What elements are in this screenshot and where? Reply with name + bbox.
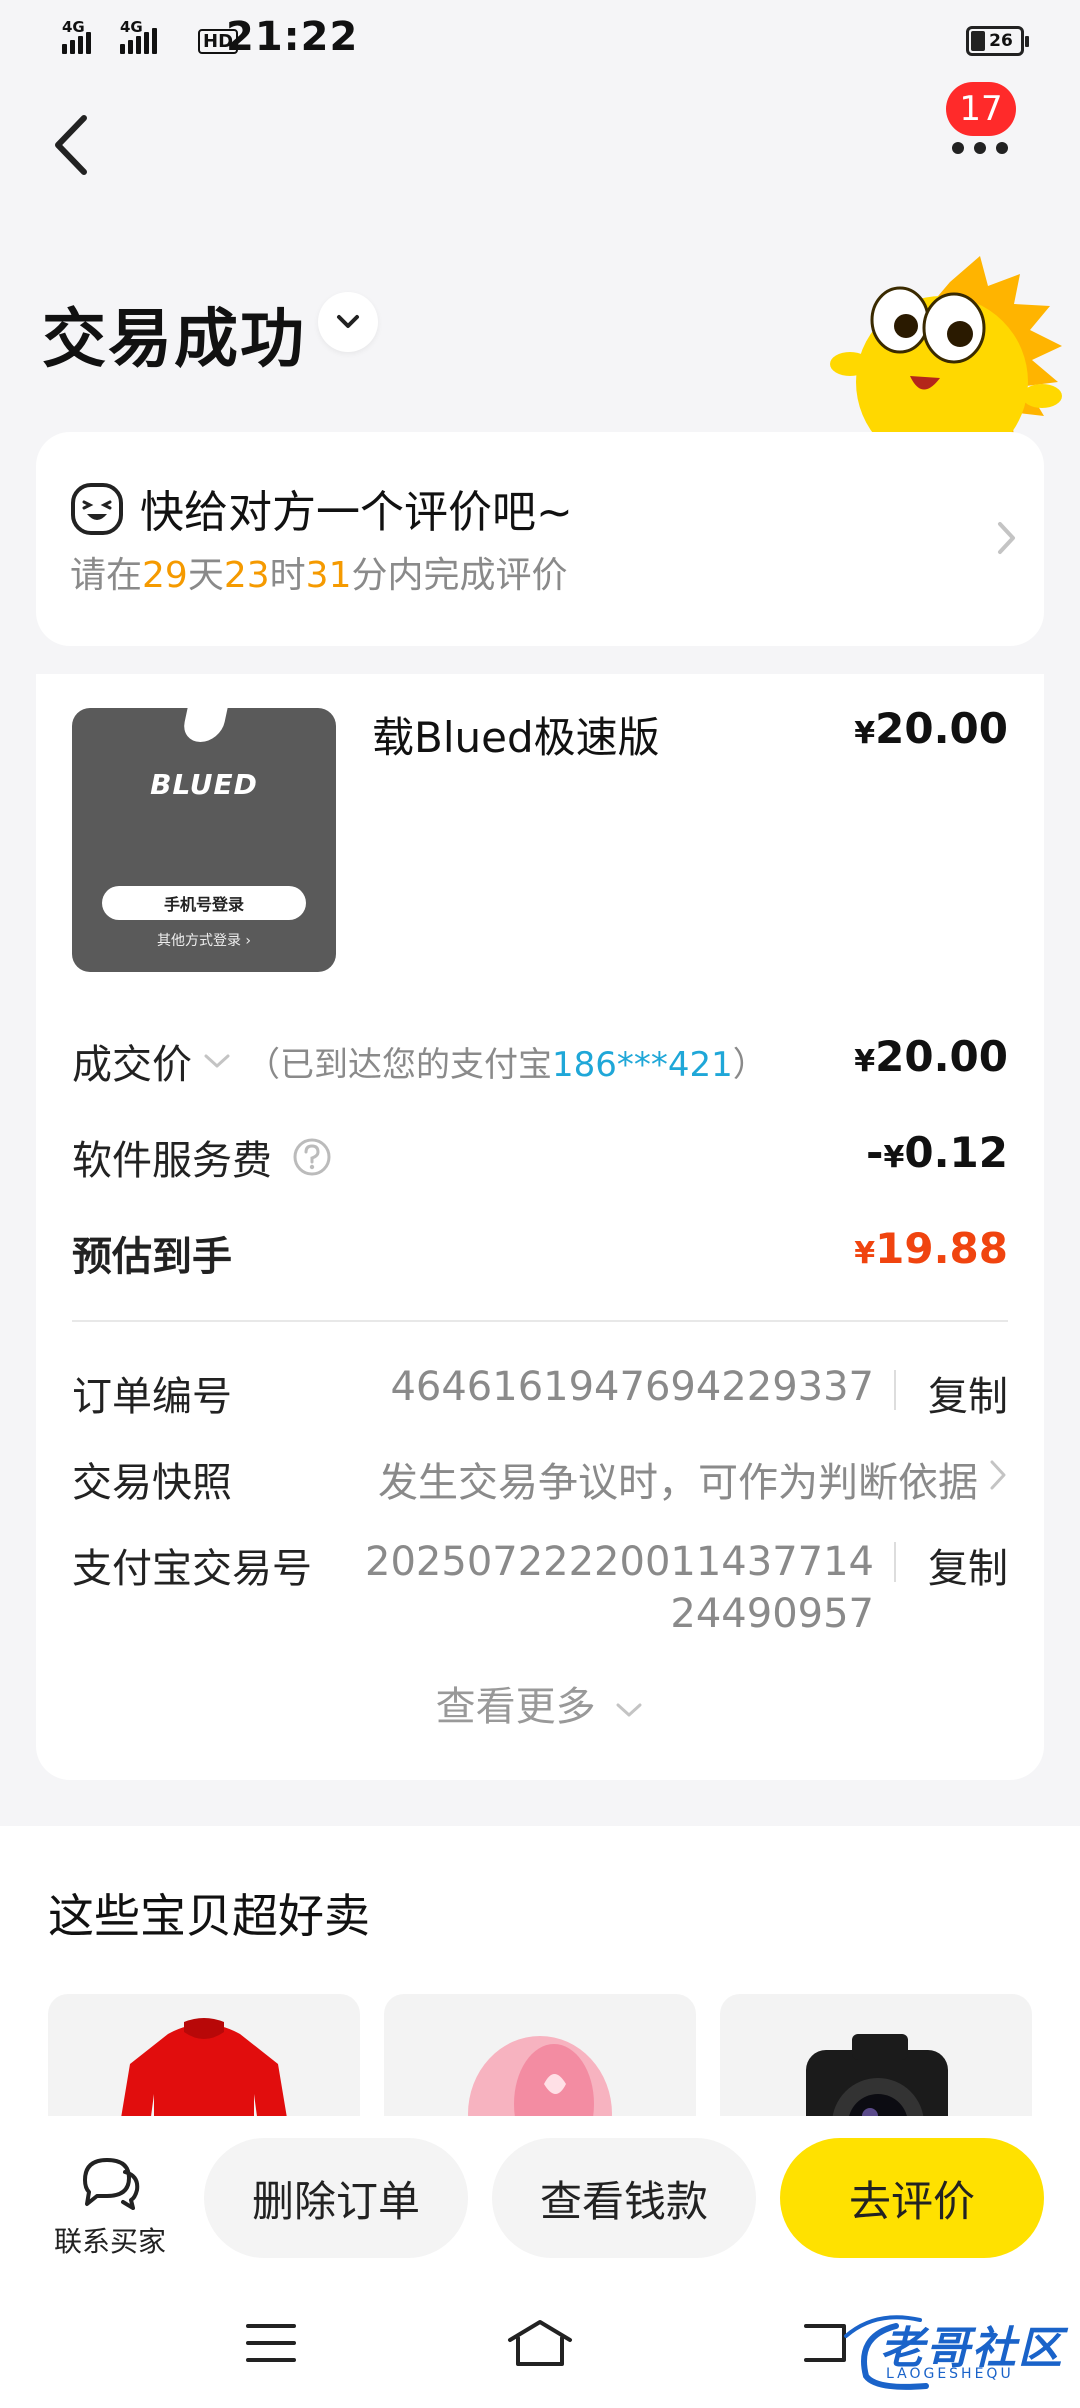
network-type-label: 4G bbox=[62, 18, 85, 36]
service-fee-value: -¥0.12 bbox=[866, 1128, 1008, 1177]
deal-note-suffix: ） bbox=[732, 1044, 767, 1085]
estimated-amount: 19.88 bbox=[875, 1224, 1008, 1273]
alipay-account: 186***421 bbox=[552, 1044, 733, 1085]
minus-sign: - bbox=[866, 1128, 884, 1177]
chevron-down-icon bbox=[204, 1054, 230, 1068]
estimated-value: ¥19.88 bbox=[854, 1224, 1008, 1273]
bottom-action-bar: 联系买家 删除订单 查看钱款 去评价 bbox=[0, 2116, 1080, 2286]
deal-price-amount: 20.00 bbox=[875, 1032, 1008, 1081]
review-countdown: 请在29天23时31分内完成评价 bbox=[70, 546, 568, 598]
copy-order-number-button[interactable]: 复制 bbox=[928, 1364, 1008, 1422]
divider bbox=[72, 1320, 1008, 1322]
countdown-hours: 23 bbox=[223, 555, 270, 596]
status-clock: 21:22 bbox=[226, 14, 359, 60]
notification-badge: 17 bbox=[946, 82, 1016, 136]
page-title: 交易成功 bbox=[42, 303, 306, 377]
thumb-brand-label: BLUED bbox=[150, 768, 258, 801]
help-icon[interactable] bbox=[292, 1137, 332, 1177]
estimated-label: 预估到手 bbox=[72, 1234, 232, 1280]
separator bbox=[894, 1370, 896, 1410]
write-review-button[interactable]: 去评价 bbox=[780, 2138, 1044, 2258]
deal-note-prefix: （已到达您的支付宝 bbox=[246, 1044, 552, 1085]
countdown-days-unit: 天 bbox=[187, 555, 224, 596]
order-number-label: 订单编号 bbox=[72, 1374, 232, 1420]
countdown-minutes: 31 bbox=[305, 555, 352, 596]
item-thumbnail[interactable]: BLUED 手机号登录 其他方式登录 › bbox=[72, 708, 336, 972]
service-fee-label-group: 软件服务费 bbox=[72, 1128, 332, 1186]
currency-symbol: ¥ bbox=[854, 716, 876, 751]
chevron-left-icon bbox=[55, 115, 87, 175]
estimated-receipt-row: 预估到手 ¥19.88 bbox=[72, 1224, 1008, 1284]
chevron-right-icon bbox=[990, 1460, 1006, 1490]
brand-logo-mark bbox=[180, 708, 228, 742]
countdown-days: 29 bbox=[142, 555, 188, 596]
chevron-right-icon bbox=[998, 522, 1015, 554]
home-icon[interactable] bbox=[504, 2316, 576, 2370]
deal-price-row: 成交价 （已到达您的支付宝186***421） ¥20.00 bbox=[72, 1032, 1008, 1092]
watermark-subtext: LAOGESHEQU bbox=[886, 2366, 1014, 2382]
see-more-label: 查看更多 bbox=[435, 1684, 596, 1730]
menu-icon[interactable] bbox=[244, 2320, 298, 2366]
service-fee-amount: 0.12 bbox=[904, 1128, 1008, 1177]
countdown-prefix: 请在 bbox=[70, 555, 143, 596]
recommendations-title: 这些宝贝超好卖 bbox=[48, 1889, 370, 1943]
review-prompt-card[interactable]: 快给对方一个评价吧~ 请在29天23时31分内完成评价 bbox=[36, 432, 1044, 646]
status-bar: 4G 4G HD 21:22 26 bbox=[0, 0, 1080, 80]
view-money-button[interactable]: 查看钱款 bbox=[492, 2138, 756, 2258]
snapshot-value: 发生交易争议时，可作为判断依据 bbox=[378, 1460, 978, 1506]
delete-order-button[interactable]: 删除订单 bbox=[204, 2138, 468, 2258]
watermark-logo: 老哥社区 LAOGESHEQU bbox=[836, 2306, 1072, 2396]
system-navigation-bar: 老哥社区 LAOGESHEQU bbox=[0, 2286, 1080, 2408]
more-menu-button[interactable]: 17 bbox=[940, 82, 1020, 162]
mascot-icon bbox=[830, 256, 1062, 446]
battery-icon: 26 bbox=[966, 26, 1029, 56]
alipay-transaction-label: 支付宝交易号 bbox=[72, 1546, 312, 1592]
smiley-face-icon bbox=[71, 483, 123, 535]
alipay-transaction-line-1: 2025072222001143771​4 bbox=[365, 1539, 874, 1585]
deal-price-label: 成交价 bbox=[72, 1042, 192, 1088]
order-detail-page: 4G 4G HD 21:22 26 17 交易成功 快给对方一个评价吧~ 请在2… bbox=[0, 0, 1080, 2408]
more-dots-icon bbox=[952, 142, 1008, 154]
currency-symbol: ¥ bbox=[883, 1140, 905, 1175]
currency-symbol: ¥ bbox=[854, 1236, 876, 1271]
signal-icon: 4G bbox=[62, 18, 102, 54]
signal-icon: 4G bbox=[120, 18, 170, 54]
review-prompt-title: 快给对方一个评价吧~ bbox=[140, 487, 573, 538]
deal-price-label-group[interactable]: 成交价 （已到达您的支付宝186***421） bbox=[72, 1032, 767, 1090]
deal-price-note: （已到达您的支付宝186***421） bbox=[246, 1037, 767, 1086]
countdown-hours-unit: 时 bbox=[269, 555, 306, 596]
item-price-value: 20.00 bbox=[875, 704, 1008, 753]
separator bbox=[894, 1542, 896, 1582]
order-detail-card: BLUED 手机号登录 其他方式登录 › 载Blued极速版 ¥20.00 成交… bbox=[36, 674, 1044, 1780]
item-price: ¥20.00 bbox=[854, 704, 1008, 753]
chevron-down-icon bbox=[337, 315, 359, 328]
thumb-login-button: 手机号登录 bbox=[102, 886, 306, 920]
status-expand-button[interactable] bbox=[318, 292, 378, 352]
currency-symbol: ¥ bbox=[854, 1044, 876, 1079]
chevron-down-icon bbox=[616, 1703, 642, 1717]
signal-indicators: 4G 4G HD bbox=[62, 18, 239, 54]
see-more-button[interactable]: 查看更多 bbox=[36, 1674, 1044, 1732]
snapshot-row[interactable]: 交易快照 发生交易争议时，可作为判断依据 bbox=[72, 1450, 1008, 1506]
contact-buyer-label: 联系买家 bbox=[53, 2225, 166, 2258]
battery-level: 26 bbox=[989, 31, 1013, 51]
service-fee-label: 软件服务费 bbox=[72, 1138, 272, 1184]
alipay-transaction-row: 支付宝交易号 2025072222001143771​4 24490957 复制 bbox=[72, 1536, 1008, 1646]
chat-bubble-icon bbox=[83, 2158, 140, 2210]
order-number-row: 订单编号 4646161947694229337 复制 bbox=[72, 1364, 1008, 1420]
alipay-transaction-line-2: 24490957 bbox=[670, 1591, 874, 1637]
copy-alipay-number-button[interactable]: 复制 bbox=[928, 1536, 1008, 1594]
network-type-label: 4G bbox=[120, 18, 143, 36]
countdown-minutes-unit: 分内完成评价 bbox=[351, 555, 568, 596]
item-name[interactable]: 载Blued极速版 bbox=[372, 704, 660, 765]
alipay-transaction-value: 2025072222001143771​4 24490957 bbox=[365, 1536, 874, 1640]
service-fee-row: 软件服务费 -¥0.12 bbox=[72, 1128, 1008, 1188]
order-number-value: 4646161947694229337 bbox=[390, 1364, 874, 1410]
back-button[interactable] bbox=[44, 110, 104, 180]
contact-buyer-button[interactable]: 联系买家 bbox=[40, 2152, 180, 2260]
thumb-other-login: 其他方式登录 › bbox=[156, 933, 252, 949]
deal-price-value: ¥20.00 bbox=[854, 1032, 1008, 1081]
snapshot-label: 交易快照 bbox=[72, 1460, 232, 1506]
